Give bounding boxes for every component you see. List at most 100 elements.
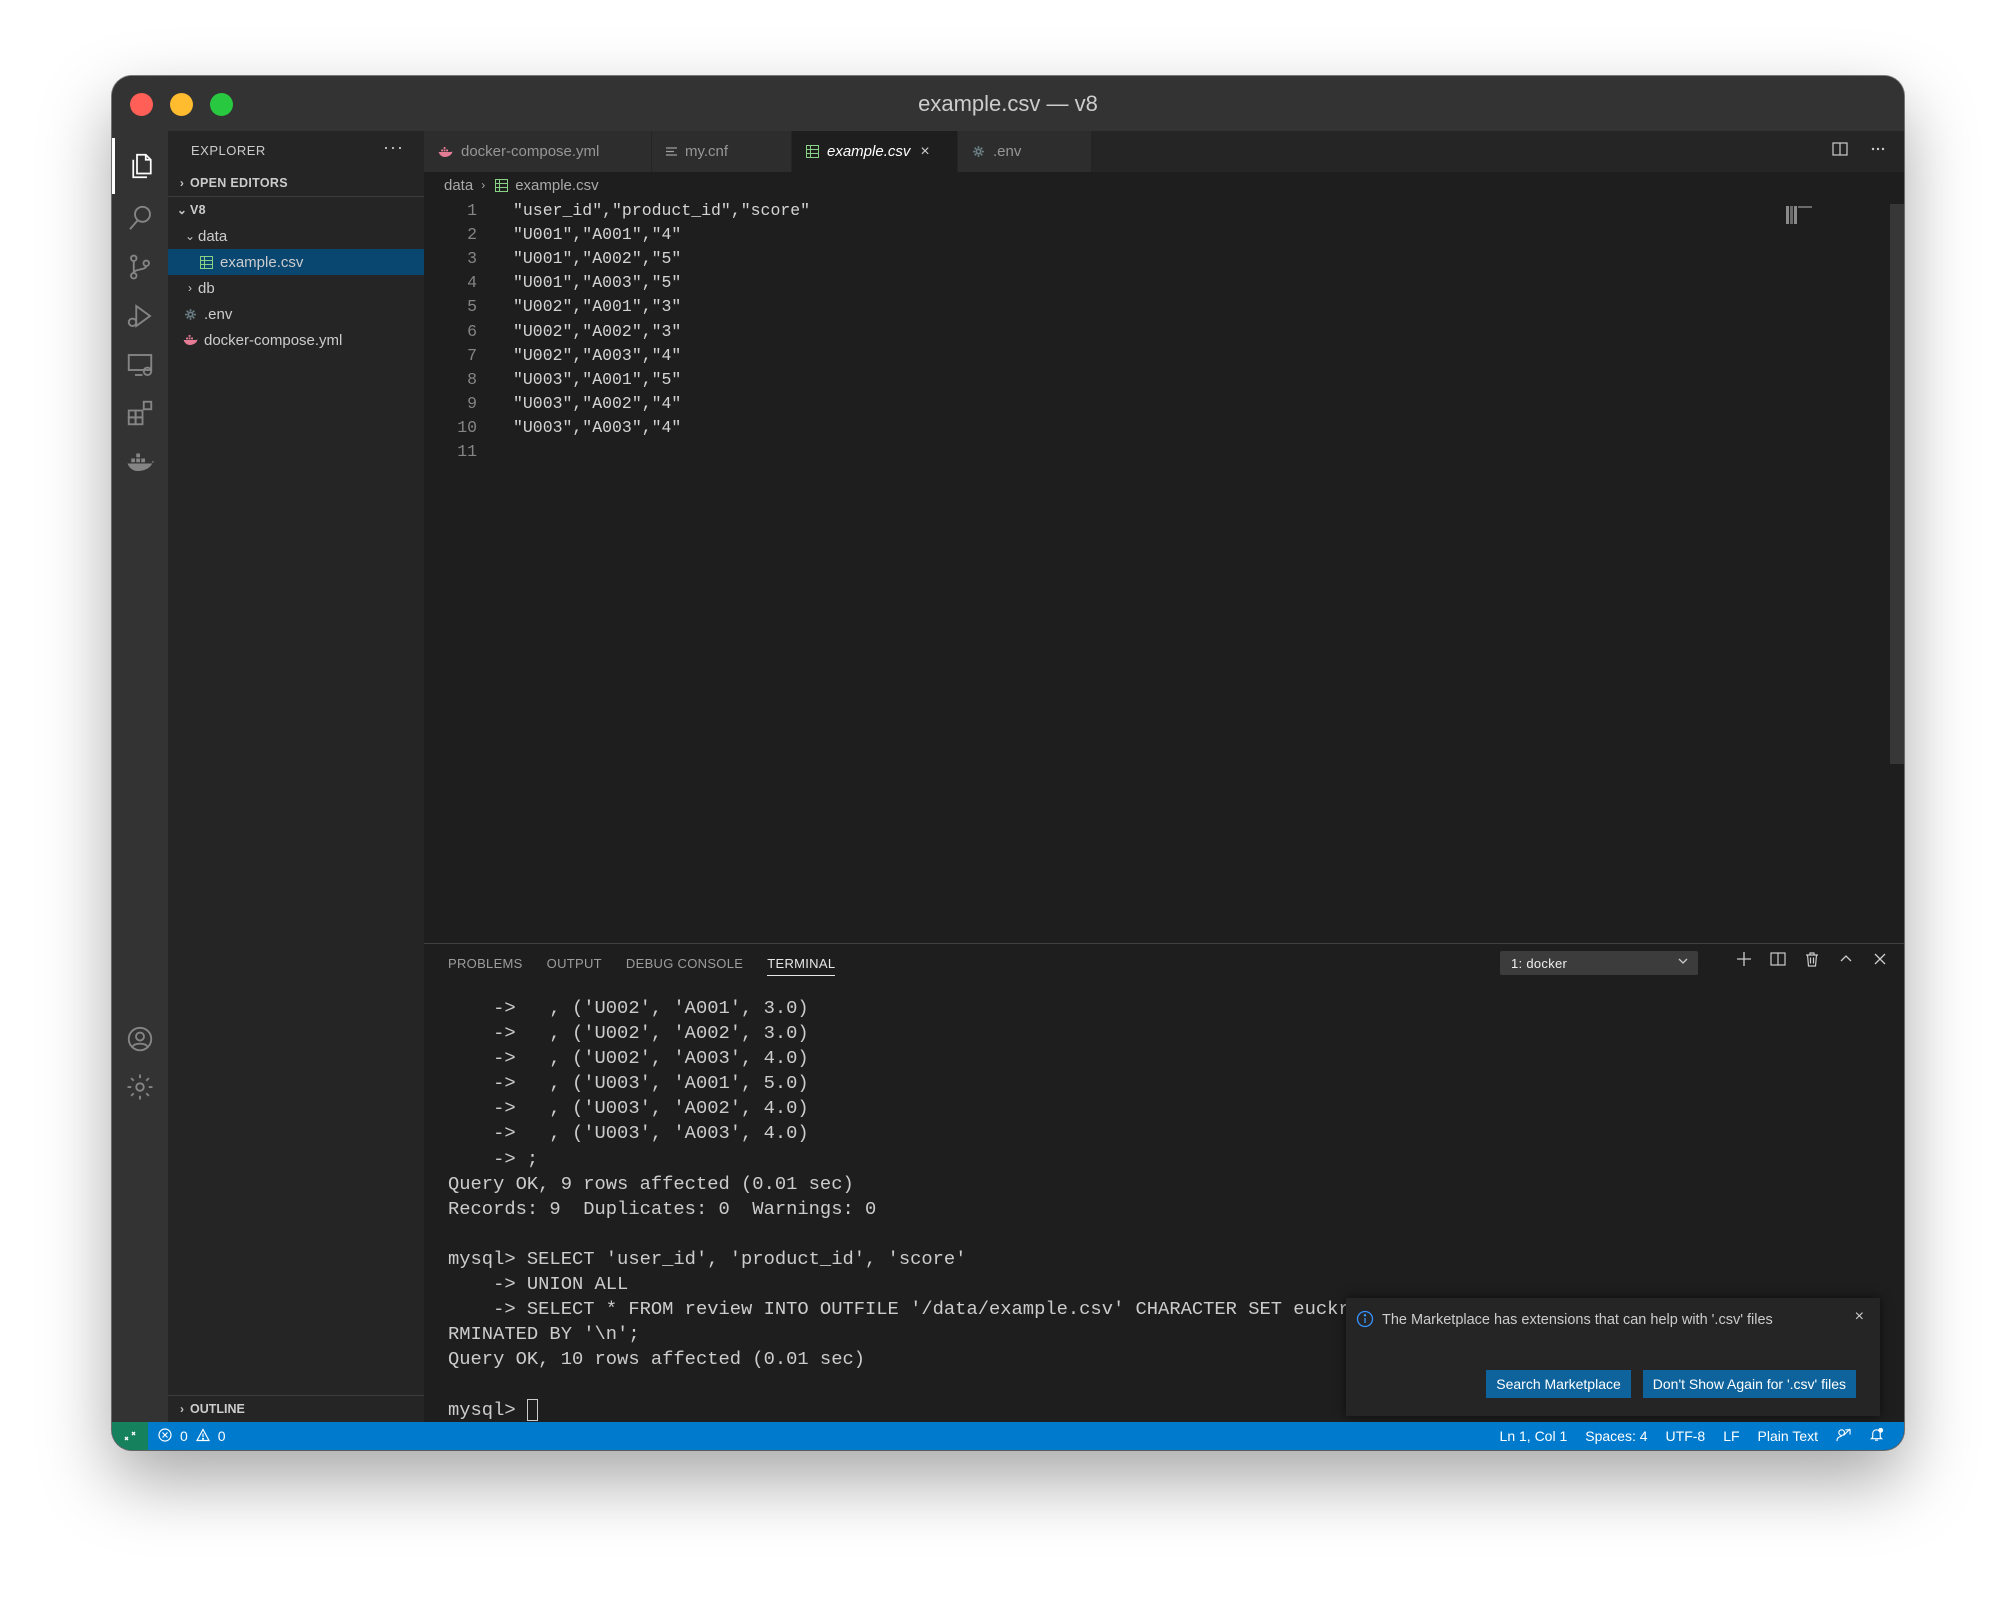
terminal-select[interactable]: 1: docker [1500,951,1698,975]
gear-icon [972,145,985,158]
tree-item-db[interactable]: › db [168,275,424,301]
language-mode[interactable]: Plain Text [1758,1428,1818,1444]
minimize-window-button[interactable] [170,93,193,116]
close-notification-icon[interactable]: × [1855,1308,1864,1326]
line-number: 3 [467,248,477,268]
code-line[interactable]: 6 "U002","A002","3" [424,319,1904,343]
settings-gear-icon[interactable] [112,1059,168,1115]
trash-icon[interactable] [1804,950,1820,973]
terminal-prompt: mysql> [448,1398,527,1421]
csv-icon [493,178,509,192]
terminal-line: -> , ('U002', 'A002', 3.0) [448,1022,809,1045]
notifications-bell-icon[interactable] [1869,1427,1884,1445]
remote-indicator-icon[interactable] [112,1422,148,1450]
close-window-button[interactable] [130,93,153,116]
tab-debug-console[interactable]: DEBUG CONSOLE [626,956,743,971]
search-icon[interactable] [112,190,168,246]
tab-label: example.csv [827,143,911,160]
chevron-right-icon: › [188,281,192,295]
code-editor[interactable]: 1 "user_id","product_id","score" 2 "U001","… [424,198,1904,464]
open-editors-section[interactable]: › OPEN EDITORS [168,170,424,196]
breadcrumb-file[interactable]: example.csv [515,177,598,194]
source-control-icon[interactable] [112,239,168,295]
chevron-down-icon [1677,955,1689,970]
code-line[interactable]: 9 "U003","A002","4" [424,392,1904,416]
code-line[interactable]: 10 "U003","A003","4" [424,416,1904,440]
tab-label: my.cnf [685,143,729,160]
title-bar: example.csv — v8 [112,76,1904,131]
split-editor-icon[interactable] [1832,141,1848,162]
problems-indicator[interactable]: 0 0 [158,1427,226,1445]
tab-example-csv[interactable]: example.csv × [792,131,958,172]
tree-item-example-csv[interactable]: example.csv [168,249,424,275]
dont-show-again-button[interactable]: Don't Show Again for '.csv' files [1642,1370,1856,1398]
feedback-icon[interactable] [1836,1427,1851,1445]
terminal-line: -> , ('U003', 'A003', 4.0) [448,1122,809,1145]
code-line[interactable]: 8 "U003","A001","5" [424,367,1904,391]
open-editors-label: OPEN EDITORS [190,176,288,190]
line-text: "U002","A003","4" [513,345,682,365]
line-number: 8 [467,369,477,389]
terminal-line: -> ; [448,1147,539,1170]
code-line[interactable]: 1 "user_id","product_id","score" [424,198,1904,222]
code-line[interactable]: 11 [424,440,1904,464]
tab-problems[interactable]: PROBLEMS [448,956,523,971]
editor-scrollbar[interactable] [1890,204,1904,764]
workspace-section[interactable]: ⌄ V8 [168,196,424,223]
close-tab-icon[interactable]: × [920,143,929,161]
line-number: 1 [467,200,477,220]
line-number: 2 [467,224,477,244]
tab-env[interactable]: .env [958,131,1092,172]
end-of-line[interactable]: LF [1723,1428,1739,1444]
tree-item-env[interactable]: .env [168,301,424,327]
explorer-more-button[interactable]: ··· [383,137,404,158]
code-line[interactable]: 7 "U002","A003","4" [424,343,1904,367]
new-terminal-icon[interactable] [1736,950,1752,973]
line-number: 10 [457,418,477,438]
tab-output[interactable]: OUTPUT [547,956,602,971]
terminal-cursor [526,1398,538,1421]
line-number: 4 [467,273,477,293]
breadcrumb: data › example.csv [424,172,1904,198]
run-debug-icon[interactable] [112,288,168,344]
warning-icon [195,1427,210,1445]
line-number: 9 [467,394,477,414]
error-icon [158,1427,172,1445]
line-number: 7 [467,345,477,365]
tab-terminal[interactable]: TERMINAL [767,956,836,976]
minimap[interactable] [1786,206,1812,224]
tab-my-cnf[interactable]: my.cnf [652,131,792,172]
tab-docker-compose[interactable]: docker-compose.yml [424,131,652,172]
outline-section[interactable]: › OUTLINE [168,1395,424,1422]
tree-item-data[interactable]: ⌄ data [168,223,424,249]
docker-file-icon [182,333,198,347]
docker-icon[interactable] [112,433,168,489]
panel-actions [1736,950,1888,973]
more-actions-icon[interactable] [1870,141,1886,162]
code-line[interactable]: 4 "U001","A003","5" [424,271,1904,295]
terminal-line: -> , ('U002', 'A001', 3.0) [448,997,809,1019]
code-line[interactable]: 2 "U001","A001","4" [424,222,1904,246]
chevron-up-icon[interactable] [1838,950,1854,973]
cursor-position[interactable]: Ln 1, Col 1 [1500,1428,1568,1444]
line-text: "U002","A001","3" [513,297,682,317]
indentation[interactable]: Spaces: 4 [1585,1428,1647,1444]
line-number: 6 [467,321,477,341]
explorer-icon[interactable] [112,138,168,194]
encoding[interactable]: UTF-8 [1666,1428,1706,1444]
code-line[interactable]: 3 "U001","A002","5" [424,246,1904,270]
terminal-line: Records: 9 Duplicates: 0 Warnings: 0 [448,1197,877,1220]
window-controls [130,93,233,116]
split-terminal-icon[interactable] [1770,950,1786,973]
search-marketplace-button[interactable]: Search Marketplace [1486,1370,1631,1398]
tab-label: .env [993,143,1022,160]
marketplace-notification: The Marketplace has extensions that can … [1346,1298,1880,1416]
zoom-window-button[interactable] [210,93,233,116]
tree-item-docker-compose[interactable]: docker-compose.yml [168,327,424,353]
editor-area: docker-compose.yml my.cnf example.csv × [424,131,1904,943]
breadcrumb-folder[interactable]: data [444,177,473,194]
code-line[interactable]: 5 "U002","A001","3" [424,295,1904,319]
terminal-line: Query OK, 9 rows affected (0.01 sec) [448,1172,854,1195]
close-panel-icon[interactable] [1872,950,1888,973]
